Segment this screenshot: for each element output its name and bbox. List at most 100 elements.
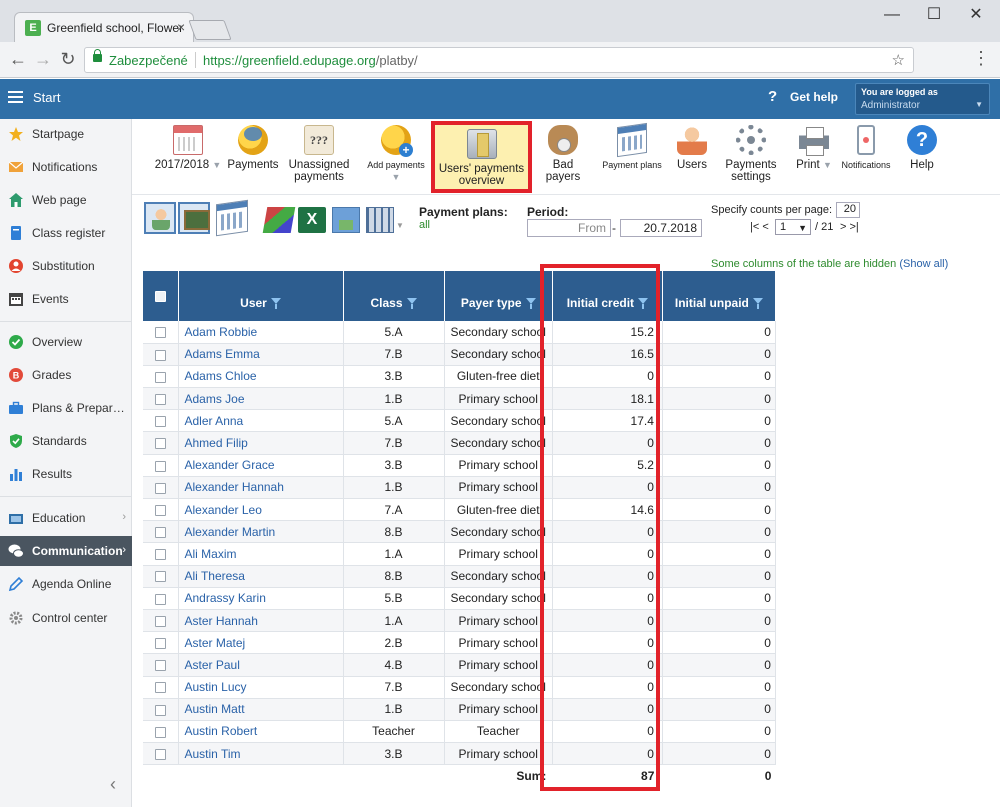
row-checkbox[interactable]: [154, 416, 166, 428]
hamburger-menu-icon[interactable]: [8, 91, 23, 103]
sidebar-item-results[interactable]: Results: [0, 459, 132, 489]
notifications-button[interactable]: Notifications: [840, 125, 892, 191]
row-checkbox[interactable]: [154, 704, 166, 716]
row-checkbox[interactable]: [154, 327, 166, 339]
user-cell[interactable]: Adler Anna: [178, 409, 344, 433]
row-checkbox[interactable]: [154, 748, 166, 760]
chevron-down-icon[interactable]: ▼: [396, 221, 404, 230]
school-year-selector[interactable]: 2017/2018 ▼: [148, 125, 228, 191]
sidebar-item-overview[interactable]: Overview: [0, 327, 132, 357]
row-checkbox[interactable]: [154, 593, 166, 605]
table-row[interactable]: Andrassy Karin 5.B Secondary school 0 0: [143, 587, 776, 610]
sidebar-item-notifications[interactable]: Notifications: [0, 152, 132, 182]
user-cell[interactable]: Adams Chloe: [178, 365, 344, 389]
user-cell[interactable]: Austin Lucy: [178, 676, 344, 699]
users-payments-overview-button[interactable]: Users' payments overview: [431, 121, 532, 193]
select-all-checkbox[interactable]: [154, 291, 166, 303]
row-checkbox[interactable]: [154, 349, 166, 361]
filter-funnel-icon[interactable]: [270, 298, 281, 309]
table-row[interactable]: Adams Joe 1.B Primary school 18.1 0: [143, 387, 776, 411]
table-row[interactable]: Austin Tim 3.B Primary school 0 0: [143, 742, 776, 766]
table-row[interactable]: Adler Anna 5.A Secondary school 17.4 0: [143, 409, 776, 433]
table-row[interactable]: Adams Chloe 3.B Gluten-free diet 0 0: [143, 365, 776, 389]
user-cell[interactable]: Alexander Martin: [178, 520, 344, 544]
sidebar-item-standards[interactable]: Standards: [0, 426, 132, 456]
user-cell[interactable]: Alexander Grace: [178, 454, 344, 477]
table-row[interactable]: Austin Matt 1.B Primary school 0 0: [143, 698, 776, 721]
pager-first-prev[interactable]: |< <: [750, 221, 769, 233]
table-row[interactable]: Ahmed Filip 7.B Secondary school 0 0: [143, 431, 776, 455]
print-button[interactable]: Print ▼: [788, 125, 840, 191]
user-cell[interactable]: Ali Maxim: [178, 542, 344, 566]
forward-icon[interactable]: →: [33, 49, 53, 70]
back-icon[interactable]: ←: [8, 49, 28, 70]
filter-funnel-icon[interactable]: [752, 298, 763, 309]
column-settings-icon[interactable]: [366, 207, 394, 233]
user-cell[interactable]: Andrassy Karin: [178, 587, 344, 610]
payment-plans-filter-value[interactable]: all: [419, 219, 430, 231]
row-checkbox[interactable]: [154, 393, 166, 405]
table-row[interactable]: Alexander Grace 3.B Primary school 5.2 0: [143, 454, 776, 477]
row-checkbox[interactable]: [154, 460, 166, 472]
user-cell[interactable]: Aster Paul: [178, 653, 344, 677]
table-row[interactable]: Alexander Hannah 1.B Primary school 0 0: [143, 476, 776, 500]
help-button[interactable]: ? Help: [902, 125, 942, 191]
sidebar-item-communication[interactable]: Communication ›: [0, 536, 132, 566]
collapse-sidebar-icon[interactable]: ‹: [110, 774, 116, 795]
row-checkbox[interactable]: [154, 726, 166, 738]
table-row[interactable]: Ali Theresa 8.B Secondary school 0 0: [143, 565, 776, 588]
add-payments-button[interactable]: Add payments ▼: [362, 125, 430, 191]
table-row[interactable]: Alexander Martin 8.B Secondary school 0 0: [143, 520, 776, 544]
browser-menu-icon[interactable]: ⋮: [972, 48, 990, 69]
view-by-users-icon[interactable]: [144, 202, 176, 234]
close-window-button[interactable]: ✕: [956, 2, 996, 28]
user-cell[interactable]: Aster Matej: [178, 631, 344, 655]
reload-icon[interactable]: ↻: [58, 49, 78, 70]
table-row[interactable]: Adams Emma 7.B Secondary school 16.5 0: [143, 343, 776, 366]
row-checkbox[interactable]: [154, 660, 166, 672]
sidebar-item-web-page[interactable]: Web page: [0, 185, 132, 215]
filter-funnel-icon[interactable]: [406, 298, 417, 309]
unassigned-payments-button[interactable]: ??? Unassigned payments: [286, 125, 352, 191]
user-cell[interactable]: Adam Robbie: [178, 321, 344, 344]
user-cell[interactable]: Adams Emma: [178, 343, 344, 366]
help-question-icon[interactable]: ?: [768, 88, 777, 105]
table-row[interactable]: Alexander Leo 7.A Gluten-free diet 14.6 0: [143, 498, 776, 522]
save-export-icon[interactable]: [332, 207, 360, 233]
sidebar-item-plans[interactable]: Plans & Prepar…: [0, 393, 132, 423]
bookmark-star-icon[interactable]: ☆: [892, 51, 905, 69]
tab-close-icon[interactable]: ×: [177, 19, 185, 35]
table-row[interactable]: Aster Hannah 1.A Primary school 0 0: [143, 609, 776, 633]
user-cell[interactable]: Adams Joe: [178, 387, 344, 411]
row-checkbox[interactable]: [154, 527, 166, 539]
url-bar[interactable]: Zabezpečené https://greenfield.edupage.o…: [84, 47, 914, 73]
user-account-dropdown[interactable]: You are logged as Administrator ▼: [855, 83, 990, 115]
sidebar-item-control-center[interactable]: Control center: [0, 603, 132, 633]
row-checkbox[interactable]: [154, 571, 166, 583]
sidebar-item-substitution[interactable]: Substitution: [0, 251, 132, 281]
row-checkbox[interactable]: [154, 482, 166, 494]
new-tab-button[interactable]: [188, 20, 232, 40]
row-checkbox[interactable]: [154, 504, 166, 516]
row-checkbox[interactable]: [154, 638, 166, 650]
payments-settings-button[interactable]: Payments settings: [720, 125, 782, 191]
table-row[interactable]: Aster Paul 4.B Primary school 0 0: [143, 653, 776, 677]
bad-payers-button[interactable]: Bad payers: [534, 125, 592, 191]
user-cell[interactable]: Austin Robert: [178, 720, 344, 744]
row-checkbox[interactable]: [154, 615, 166, 627]
sidebar-item-grades[interactable]: B Grades: [0, 360, 132, 390]
payer-type-column-header[interactable]: Payer type: [444, 271, 553, 321]
sidebar-item-events[interactable]: Events: [0, 284, 132, 314]
user-cell[interactable]: Alexander Leo: [178, 498, 344, 522]
view-by-class-icon[interactable]: [178, 202, 210, 234]
payments-button[interactable]: Payments: [226, 125, 280, 191]
pager-next-last[interactable]: > >|: [840, 221, 859, 233]
browser-tab[interactable]: E Greenfield school, Flower ×: [14, 12, 194, 42]
period-from-input[interactable]: From: [527, 219, 611, 237]
filter-funnel-icon[interactable]: [525, 298, 536, 309]
page-select[interactable]: 1 ▼: [775, 219, 811, 235]
sidebar-item-startpage[interactable]: Startpage: [0, 119, 132, 149]
table-row[interactable]: Austin Robert Teacher Teacher 0 0: [143, 720, 776, 744]
users-button[interactable]: Users: [672, 125, 712, 191]
user-cell[interactable]: Aster Hannah: [178, 609, 344, 633]
